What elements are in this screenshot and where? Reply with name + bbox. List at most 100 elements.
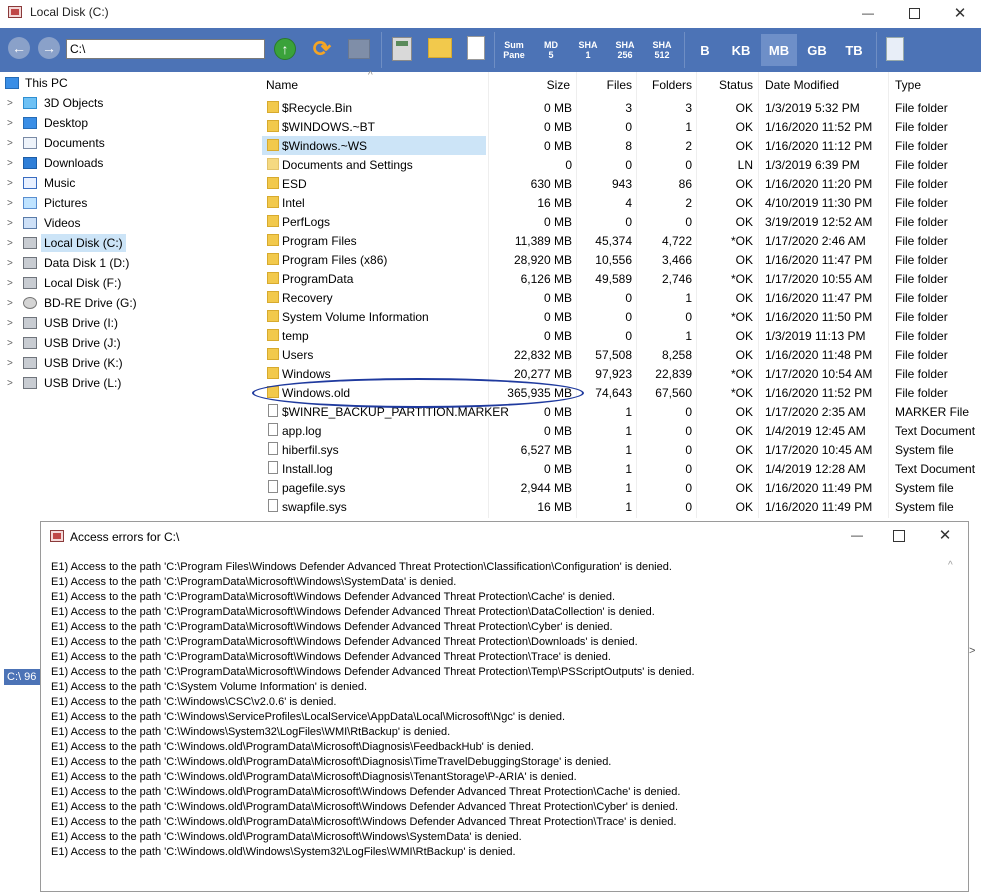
chevron-right-icon[interactable]: > (7, 118, 13, 129)
go-up-button[interactable]: ↑ (274, 38, 296, 60)
tree-item[interactable]: > Downloads (0, 153, 248, 173)
cell-folders: 3 (685, 101, 692, 115)
open-folder-button[interactable] (428, 38, 452, 58)
path-input[interactable] (66, 39, 265, 59)
column-header-type[interactable]: Type (895, 78, 921, 92)
column-header-date-modified[interactable]: Date Modified (765, 78, 839, 92)
table-row[interactable]: app.log 0 MB 1 0 OK 1/4/2019 12:45 AM Text Doc… (258, 421, 981, 440)
unit-tb-button[interactable]: TB (837, 34, 871, 66)
sha256-button[interactable]: SHA 256 (610, 40, 640, 60)
vertical-scrollbar[interactable]: ^ (945, 560, 961, 890)
chevron-right-icon[interactable]: > (7, 318, 13, 329)
table-row[interactable]: Documents and Settings 0 0 0 LN 1/3/2019 6:39… (258, 155, 981, 174)
scroll-right-icon[interactable]: > (969, 645, 975, 657)
column-header-folders[interactable]: Folders (638, 78, 692, 92)
cell-status: *OK (730, 234, 753, 248)
tree-item[interactable]: > Pictures (0, 193, 248, 213)
table-row[interactable]: Recovery 0 MB 0 1 OK 1/16/2020 11:47 PM File f… (258, 288, 981, 307)
error-list[interactable]: E1) Access to the path 'C:\Program Files… (51, 560, 941, 860)
sum-pane-button[interactable]: Sum Pane (498, 40, 530, 60)
table-row[interactable]: $WINDOWS.~BT 0 MB 0 1 OK 1/16/2020 11:52 PM Fi… (258, 117, 981, 136)
recycle-bin-button[interactable] (886, 37, 904, 61)
tree-item[interactable]: > USB Drive (I:) (0, 313, 248, 333)
tree-item[interactable]: This PC (0, 73, 248, 93)
cell-status: *OK (730, 310, 753, 324)
dialog-minimize-button[interactable]: — (849, 528, 865, 542)
sha1-button[interactable]: SHA 1 (573, 40, 603, 60)
tree-item[interactable]: > Music (0, 173, 248, 193)
md5-button[interactable]: MD 5 (536, 40, 566, 60)
column-header-files[interactable]: Files (578, 78, 632, 92)
table-row[interactable]: PerfLogs 0 MB 0 0 OK 3/19/2019 12:52 AM File f… (258, 212, 981, 231)
chevron-right-icon[interactable]: > (7, 258, 13, 269)
tree-item[interactable]: > USB Drive (K:) (0, 353, 248, 373)
tree-item[interactable]: > Videos (0, 213, 248, 233)
close-button[interactable]: ✕ (937, 0, 981, 26)
cell-type: File folder (895, 158, 948, 172)
table-row[interactable]: temp 0 MB 0 1 OK 1/3/2019 11:13 PM File folder (258, 326, 981, 345)
table-row[interactable]: Program Files (x86) 28,920 MB 10,556 3,466 O… (258, 250, 981, 269)
tree-item[interactable]: > USB Drive (L:) (0, 373, 248, 393)
cell-files: 57,508 (595, 348, 632, 362)
tree-item[interactable]: > Local Disk (C:) (0, 233, 248, 253)
tree-item[interactable]: > BD-RE Drive (G:) (0, 293, 248, 313)
cell-date: 1/16/2020 11:47 PM (765, 253, 873, 267)
table-row[interactable]: swapfile.sys 16 MB 1 0 OK 1/16/2020 11:49 PM S… (258, 497, 981, 516)
chevron-right-icon[interactable]: > (7, 98, 13, 109)
cell-type: Text Document (895, 462, 976, 476)
scroll-up-icon[interactable]: ^ (948, 560, 953, 571)
column-header-status[interactable]: Status (698, 78, 753, 92)
dialog-close-button[interactable]: ✕ (937, 526, 953, 544)
chevron-right-icon[interactable]: > (7, 298, 13, 309)
table-row[interactable]: ESD 630 MB 943 86 OK 1/16/2020 11:20 PM File f… (258, 174, 981, 193)
tree-item[interactable]: >3D Objects (0, 93, 248, 113)
sha512-button[interactable]: SHA 512 (647, 40, 677, 60)
calculator-button[interactable] (392, 37, 412, 61)
table-row[interactable]: $Windows.~WS 0 MB 8 2 OK 1/16/2020 11:12 PM Fi… (258, 136, 981, 155)
unit-kb-button[interactable]: KB (724, 34, 758, 66)
back-button[interactable]: ← (8, 37, 30, 59)
column-header-name[interactable]: Name (266, 78, 298, 92)
table-row[interactable]: Intel 16 MB 4 2 OK 4/10/2019 11:30 PM File fol… (258, 193, 981, 212)
stop-button[interactable] (348, 39, 370, 59)
tree-item[interactable]: > Data Disk 1 (D:) (0, 253, 248, 273)
chevron-right-icon[interactable]: > (7, 218, 13, 229)
tree-item[interactable]: > USB Drive (J:) (0, 333, 248, 353)
close-icon: ✕ (953, 5, 967, 22)
chevron-right-icon[interactable]: > (7, 278, 13, 289)
chevron-right-icon[interactable]: > (7, 178, 13, 189)
chevron-right-icon[interactable]: > (7, 338, 13, 349)
table-row[interactable]: pagefile.sys 2,944 MB 1 0 OK 1/16/2020 11:49 … (258, 478, 981, 497)
chevron-right-icon[interactable]: > (7, 378, 13, 389)
folder-icon (267, 329, 279, 341)
table-row[interactable]: Install.log 0 MB 1 0 OK 1/4/2019 12:28 AM Text… (258, 459, 981, 478)
table-row[interactable]: System Volume Information 0 MB 0 0 *OK 1/16/2… (258, 307, 981, 326)
forward-button[interactable]: → (38, 37, 60, 59)
cell-type: File folder (895, 272, 948, 286)
cell-date: 1/16/2020 11:49 PM (765, 481, 873, 495)
tree-item[interactable]: > Local Disk (F:) (0, 273, 248, 293)
column-header-size[interactable]: Size (498, 78, 570, 92)
chevron-right-icon[interactable]: > (7, 138, 13, 149)
table-row[interactable]: ProgramData 6,126 MB 49,589 2,746 *OK 1/17/20… (258, 269, 981, 288)
unit-gb-button[interactable]: GB (800, 34, 834, 66)
table-row[interactable]: $Recycle.Bin 0 MB 3 3 OK 1/3/2019 5:32 PM File… (258, 98, 981, 117)
dialog-maximize-button[interactable] (893, 530, 905, 542)
chevron-right-icon[interactable]: > (7, 238, 13, 249)
chevron-right-icon[interactable]: > (7, 358, 13, 369)
cell-folders: 0 (685, 462, 692, 476)
minimize-button[interactable]: — (845, 0, 891, 26)
refresh-button[interactable]: ⟳ (309, 36, 335, 62)
new-file-button[interactable] (467, 36, 485, 60)
table-row[interactable]: hiberfil.sys 6,527 MB 1 0 OK 1/17/2020 10:45 … (258, 440, 981, 459)
table-row[interactable]: Users 22,832 MB 57,508 8,258 OK 1/16/2020 11:… (258, 345, 981, 364)
chevron-right-icon[interactable]: > (7, 198, 13, 209)
unit-mb-button[interactable]: MB (761, 34, 797, 66)
unit-b-button[interactable]: B (690, 34, 720, 66)
tree-item[interactable]: > Documents (0, 133, 248, 153)
maximize-button[interactable] (891, 0, 937, 26)
cell-date: 1/16/2020 11:47 PM (765, 291, 873, 305)
chevron-right-icon[interactable]: > (7, 158, 13, 169)
tree-item[interactable]: > Desktop (0, 113, 248, 133)
table-row[interactable]: Program Files 11,389 MB 45,374 4,722 *OK 1/17… (258, 231, 981, 250)
